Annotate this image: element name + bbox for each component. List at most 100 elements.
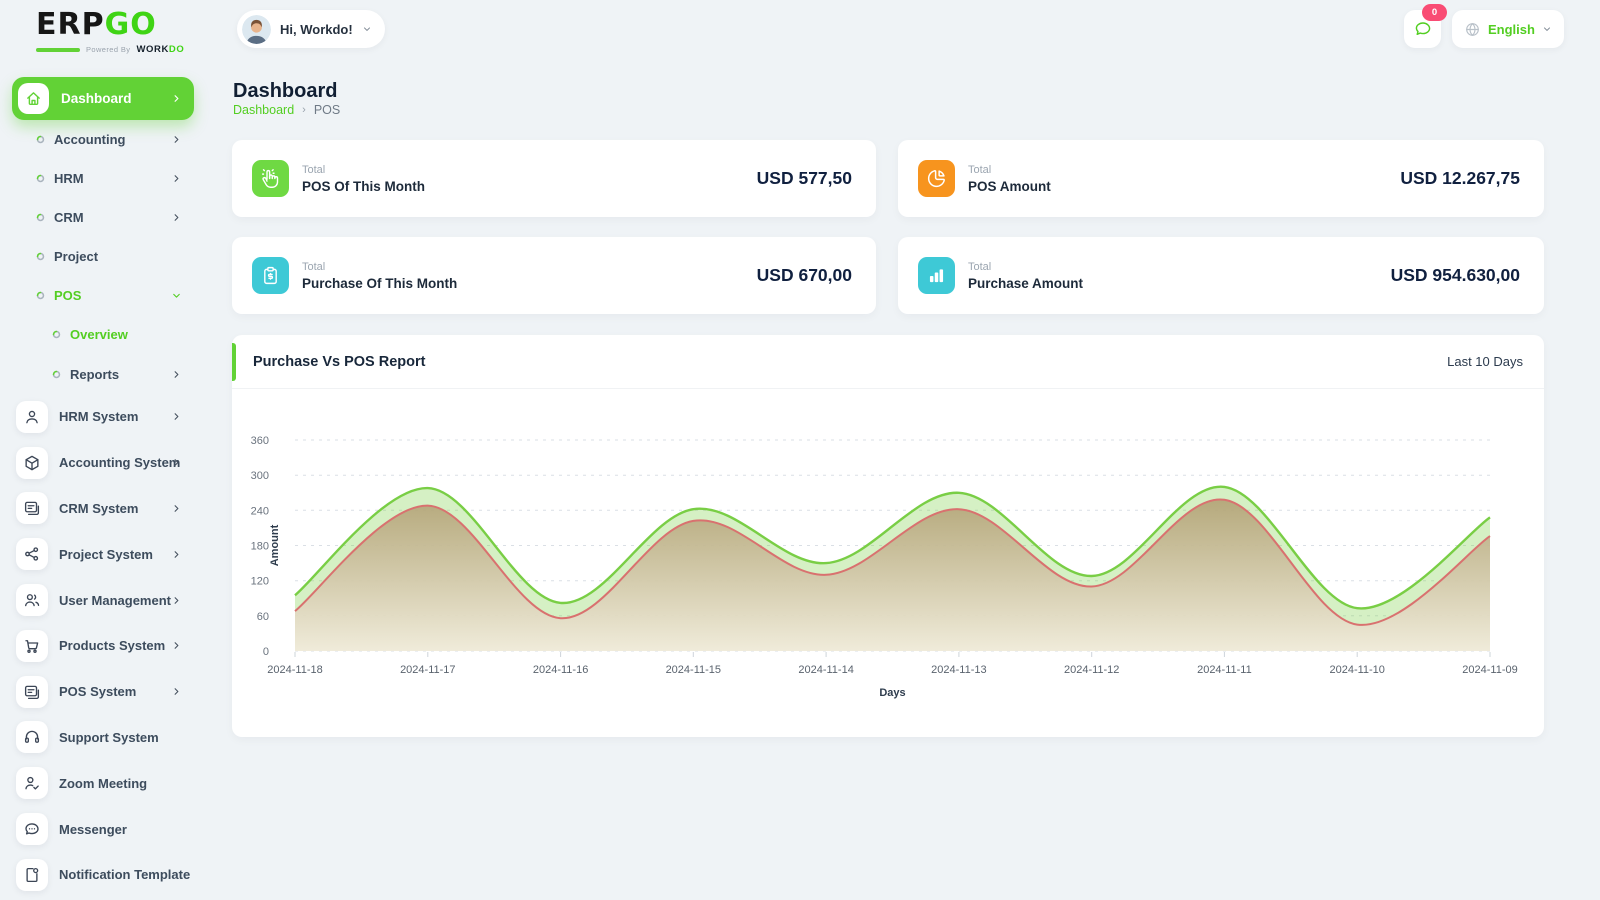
- language-selector[interactable]: English: [1452, 10, 1564, 48]
- x-axis-tick-label: 2024-11-12: [1064, 664, 1119, 676]
- stat-caption: Total: [968, 164, 1051, 176]
- stat-value: USD 12.267,75: [1400, 168, 1520, 189]
- sidebar-item-user-management[interactable]: User Management: [0, 577, 208, 623]
- x-axis-tick-label: 2024-11-11: [1197, 664, 1252, 676]
- chat-icon: [1413, 19, 1433, 39]
- bullet-icon: [52, 330, 61, 339]
- accent-bar: [232, 343, 236, 381]
- sidebar-item-support-system[interactable]: Support System: [0, 715, 208, 761]
- sidebar-item-label: Overview: [70, 327, 128, 342]
- bullet-icon: [36, 213, 45, 222]
- sidebar-item-crm-system[interactable]: CRM System: [0, 486, 208, 532]
- sidebar-item-label: Support System: [59, 730, 159, 745]
- share-nodes-icon: [16, 538, 48, 570]
- chevron-right-icon: [171, 134, 182, 145]
- app-window-icon: [16, 492, 48, 524]
- app-window-icon: [16, 676, 48, 708]
- brand-label: WORKDO: [136, 44, 184, 55]
- sidebar-item-products-system[interactable]: Products System: [0, 623, 208, 669]
- chart-svg: 0601201802403003602024-11-182024-11-1720…: [232, 389, 1544, 737]
- sidebar-item-accounting-system[interactable]: Accounting System: [0, 440, 208, 486]
- sidebar-item-hrm-system[interactable]: HRM System: [0, 394, 208, 440]
- sidebar-item-label: Accounting System: [59, 455, 180, 470]
- chart-card: Purchase Vs POS Report Last 10 Days 0601…: [232, 335, 1544, 737]
- sidebar-item-label: User Management: [59, 593, 171, 608]
- notifications-button[interactable]: 0: [1404, 10, 1441, 48]
- x-axis-tick-label: 2024-11-17: [400, 664, 455, 676]
- y-axis-tick-label: 120: [251, 576, 269, 588]
- y-axis-tick-label: 300: [251, 470, 269, 482]
- y-axis-title: Amount: [269, 524, 281, 566]
- powered-by-label: Powered By: [86, 45, 130, 54]
- greeting-label: Hi, Workdo!: [280, 22, 353, 37]
- clipboard-dollar-icon: [252, 257, 289, 294]
- stat-title: Purchase Amount: [968, 276, 1083, 291]
- sidebar-nav: Dashboard Accounting HRM CRM Project POS Overv…: [0, 70, 208, 898]
- sidebar-item-dashboard[interactable]: Dashboard: [12, 77, 194, 120]
- x-axis-tick-label: 2024-11-14: [798, 664, 853, 676]
- sidebar-item-reports[interactable]: Reports: [0, 355, 208, 395]
- y-axis-tick-label: 360: [251, 435, 269, 447]
- sidebar-item-label: Zoom Meeting: [59, 776, 147, 791]
- breadcrumb-separator: ›: [302, 104, 306, 116]
- sidebar-item-label: Notification Template: [59, 867, 190, 882]
- breadcrumb-current: POS: [314, 103, 340, 117]
- sidebar-item-pos[interactable]: POS: [0, 276, 208, 315]
- stat-card-purchase-of-this-month: TotalPurchase Of This MonthUSD 670,00: [232, 237, 876, 314]
- sidebar-item-label: Products System: [59, 638, 165, 653]
- stat-card-pos-amount: TotalPOS AmountUSD 12.267,75: [898, 140, 1544, 217]
- notification-template-icon: [16, 859, 48, 891]
- breadcrumb-dashboard-link[interactable]: Dashboard: [233, 103, 294, 117]
- avatar: [242, 15, 271, 44]
- chevron-right-icon: [171, 640, 182, 651]
- sidebar-item-hrm[interactable]: HRM: [0, 159, 208, 198]
- sidebar-item-overview[interactable]: Overview: [0, 315, 208, 355]
- sidebar-item-accounting[interactable]: Accounting: [0, 120, 208, 159]
- chevron-down-icon: [1542, 24, 1552, 34]
- notification-count-badge: 0: [1422, 4, 1447, 21]
- pie-chart-icon: [918, 160, 955, 197]
- sidebar-item-label: CRM: [54, 210, 84, 225]
- bar-chart-icon: [918, 257, 955, 294]
- user-check-icon: [16, 767, 48, 799]
- globe-icon: [1464, 21, 1481, 38]
- stat-value: USD 670,00: [757, 265, 852, 286]
- logo-text: ERPGO: [36, 10, 184, 40]
- home-icon: [18, 83, 49, 114]
- breadcrumb: Dashboard › POS: [233, 103, 340, 117]
- stat-caption: Total: [302, 164, 425, 176]
- stat-card-purchase-amount: TotalPurchase AmountUSD 954.630,00: [898, 237, 1544, 314]
- sidebar-item-label: Dashboard: [61, 91, 132, 106]
- sidebar-item-label: HRM System: [59, 409, 138, 424]
- hand-click-icon: [252, 160, 289, 197]
- sidebar-item-messenger[interactable]: Messenger: [0, 806, 208, 852]
- page-title: Dashboard: [233, 80, 337, 103]
- chevron-right-icon: [171, 595, 182, 606]
- sidebar-item-pos-system[interactable]: POS System: [0, 669, 208, 715]
- sidebar-item-label: POS System: [59, 684, 136, 699]
- sidebar-item-notification-template[interactable]: Notification Template: [0, 852, 208, 898]
- sidebar-item-project-system[interactable]: Project System: [0, 531, 208, 577]
- sidebar-item-label: Project: [54, 249, 98, 264]
- sidebar-item-label: POS: [54, 288, 81, 303]
- user-menu-button[interactable]: Hi, Workdo!: [237, 10, 385, 48]
- sidebar-item-project[interactable]: Project: [0, 237, 208, 276]
- stat-caption: Total: [968, 261, 1083, 273]
- chart-range-label: Last 10 Days: [1447, 354, 1523, 369]
- sidebar-item-crm[interactable]: CRM: [0, 198, 208, 237]
- stat-card-pos-of-this-month: TotalPOS Of This MonthUSD 577,50: [232, 140, 876, 217]
- chevron-right-icon: [171, 457, 182, 468]
- cart-icon: [16, 630, 48, 662]
- chart-title: Purchase Vs POS Report: [253, 354, 425, 370]
- x-axis-tick-label: 2024-11-16: [533, 664, 588, 676]
- x-axis-tick-label: 2024-11-15: [666, 664, 721, 676]
- chat-bubble-icon: [16, 813, 48, 845]
- x-axis-tick-label: 2024-11-10: [1329, 664, 1384, 676]
- chevron-right-icon: [171, 411, 182, 422]
- app-logo[interactable]: ERPGO Powered By WORKDO: [36, 10, 184, 55]
- sidebar: ERPGO Powered By WORKDO Dashboard Account…: [0, 0, 208, 900]
- y-axis-tick-label: 0: [263, 646, 269, 658]
- sidebar-item-zoom-meeting[interactable]: Zoom Meeting: [0, 760, 208, 806]
- chevron-down-icon: [171, 290, 182, 301]
- sidebar-item-label: HRM: [54, 171, 84, 186]
